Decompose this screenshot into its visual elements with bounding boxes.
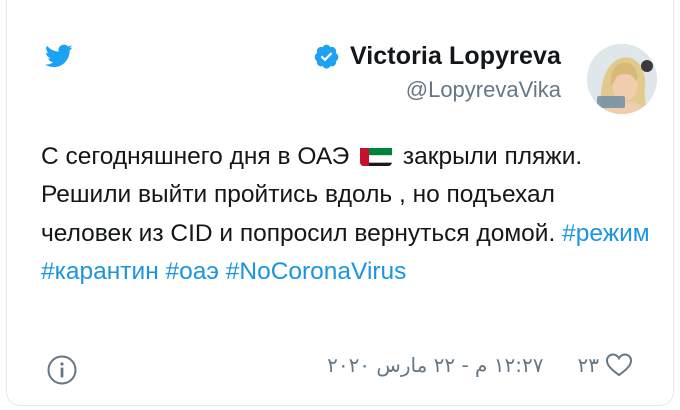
hashtag-link[interactable]: #режим <box>562 220 650 247</box>
tweet-footer: ١٢:٢٧ م - ٢٢ مارس ٢٠٢٠ ٢٣ <box>327 352 633 378</box>
hashtag-link[interactable]: #карантин <box>41 258 159 285</box>
author-handle[interactable]: @LopyrevaVika <box>313 77 561 103</box>
avatar[interactable] <box>587 44 657 114</box>
tweet-text: С сегодняшнего дня в ОАЭ закрыли пляжи. … <box>41 138 651 292</box>
tweet-text-part: С сегодняшнего дня в ОАЭ <box>41 143 357 170</box>
author-info[interactable]: Victoria Lopyreva @LopyrevaVika <box>313 42 561 103</box>
verified-badge-icon <box>313 43 340 70</box>
info-icon[interactable] <box>46 354 78 386</box>
twitter-bird-icon[interactable] <box>43 42 75 70</box>
author-name[interactable]: Victoria Lopyreva <box>350 42 561 71</box>
tweet-card: Victoria Lopyreva @LopyrevaVika С сегодн… <box>6 0 674 406</box>
like-count: ٢٣ <box>577 353 599 377</box>
hashtag-link[interactable]: #оаэ <box>166 258 219 285</box>
flag-uae-icon <box>360 144 393 166</box>
heart-icon[interactable] <box>605 352 633 378</box>
hashtag-link[interactable]: #NoCoronaVirus <box>226 258 407 285</box>
tweet-timestamp[interactable]: ١٢:٢٧ م - ٢٢ مارس ٢٠٢٠ <box>327 353 543 377</box>
